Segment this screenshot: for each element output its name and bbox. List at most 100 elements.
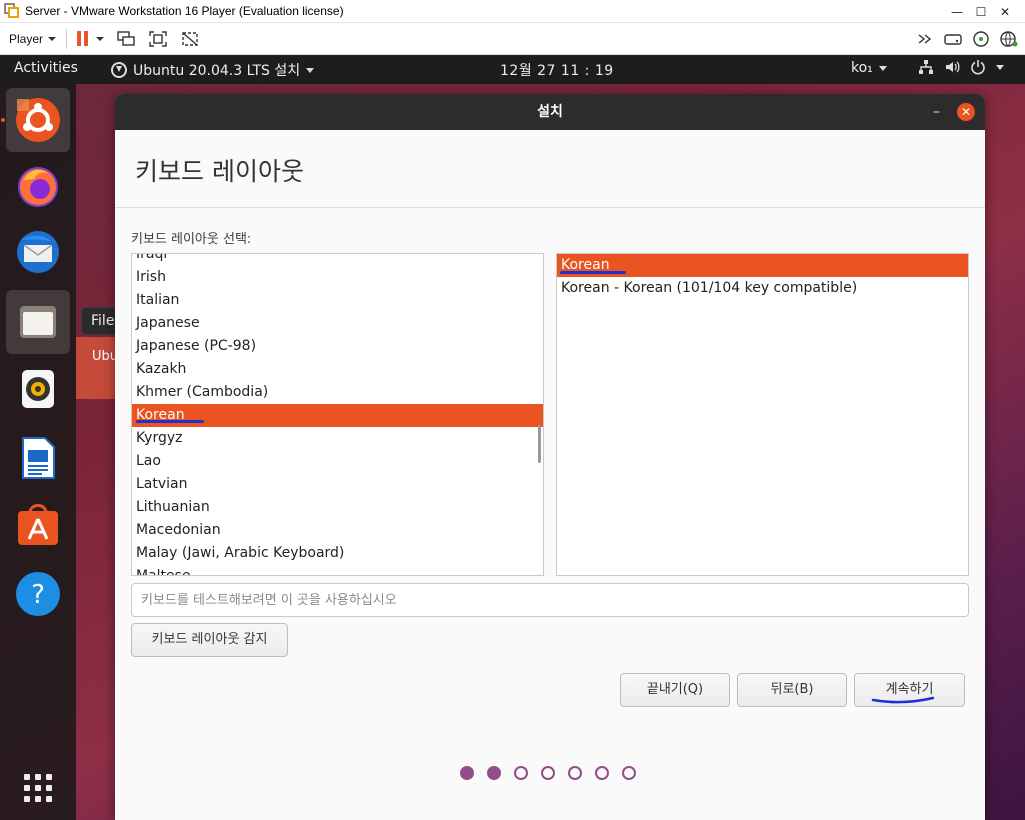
layout-row[interactable]: Japanese (PC-98): [132, 335, 543, 358]
cd-drive-icon[interactable]: [971, 30, 991, 48]
layout-row[interactable]: Japanese: [132, 312, 543, 335]
show-applications-button[interactable]: [6, 756, 70, 820]
step-dot-pending: [595, 766, 609, 780]
keyboard-variant-list[interactable]: Korean Korean - Korean (101/104 key compa…: [556, 253, 969, 576]
svg-text:?: ?: [31, 580, 45, 610]
ubuntu-software-icon: [18, 504, 58, 545]
minimize-window-button[interactable]: —: [945, 5, 969, 19]
send-ctrl-alt-del-icon[interactable]: [116, 30, 136, 48]
title-divider: [115, 207, 985, 208]
chevron-down-icon: [996, 64, 1004, 70]
app-menu[interactable]: Ubuntu 20.04.3 LTS 설치: [111, 60, 315, 80]
maximize-window-button[interactable]: ☐: [969, 5, 993, 19]
layout-row[interactable]: Macedonian: [132, 519, 543, 542]
input-method-indicator[interactable]: ko₁: [851, 60, 887, 76]
keyboard-test-input[interactable]: [131, 583, 969, 617]
layout-row-selected[interactable]: Korean: [132, 404, 543, 427]
keyboard-layout-list[interactable]: Iraqi Irish Italian Japanese Japanese (PC-98…: [131, 253, 544, 576]
layout-row[interactable]: Latvian: [132, 473, 543, 496]
layout-row-label: Italian: [136, 292, 180, 308]
input-method-label: ko₁: [851, 60, 873, 76]
system-tray[interactable]: [918, 59, 1004, 75]
step-dot-completed: [487, 766, 501, 780]
layout-row[interactable]: Lao: [132, 450, 543, 473]
variant-row[interactable]: Korean - Korean (101/104 key compatible): [557, 277, 968, 300]
dock-files[interactable]: [6, 290, 70, 354]
dock-firefox[interactable]: [6, 154, 70, 218]
annotation-underline: [560, 271, 626, 274]
step-dot-pending: [541, 766, 555, 780]
close-window-button[interactable]: ✕: [993, 5, 1017, 19]
app-grid-icon: [24, 774, 52, 802]
layout-row-label: Japanese (PC-98): [136, 338, 257, 354]
layout-row[interactable]: Italian: [132, 289, 543, 312]
pause-dropdown-chevron-icon[interactable]: [96, 36, 105, 41]
pause-icon[interactable]: [77, 31, 89, 46]
dock-ubuntu-installer[interactable]: [6, 88, 70, 152]
annotation-underline: [136, 420, 204, 423]
activities-button[interactable]: Activities: [14, 60, 78, 76]
layout-row[interactable]: Irish: [132, 266, 543, 289]
window-controls: — ☐ ✕: [945, 0, 1017, 23]
chevron-down-icon: [306, 67, 315, 73]
layout-row-label: Irish: [136, 269, 166, 285]
chevron-down-icon: [878, 65, 887, 71]
dock-help[interactable]: ?: [6, 562, 70, 626]
quit-button[interactable]: 끝내기(Q): [620, 673, 730, 707]
background-window-text: Ubu: [92, 349, 116, 364]
power-icon: [971, 60, 985, 75]
back-button[interactable]: 뒤로(B): [737, 673, 847, 707]
dock-rhythmbox[interactable]: [6, 357, 70, 421]
network-wired-icon: [919, 60, 933, 74]
installer-minimize-button[interactable]: –: [933, 94, 940, 130]
rhythmbox-speaker-icon: [22, 370, 54, 408]
vmware-titlebar: Server - VMware Workstation 16 Player (E…: [0, 0, 1025, 23]
expand-devices-icon[interactable]: [915, 30, 935, 48]
layout-list-rows: Iraqi Irish Italian Japanese Japanese (PC-98…: [132, 254, 543, 576]
layout-row-label: Kyrgyz: [136, 430, 183, 446]
vmware-toolbar: Player: [0, 23, 1025, 55]
fullscreen-icon[interactable]: [148, 30, 168, 48]
step-dot-pending: [514, 766, 528, 780]
layout-row-label: Kazakh: [136, 361, 187, 377]
layout-row-label: Japanese: [136, 315, 200, 331]
dock: ?: [0, 84, 76, 820]
clock[interactable]: 12월 27 11 : 19: [500, 60, 614, 80]
dock-thunderbird[interactable]: [6, 220, 70, 284]
installer-header: 설치 – ✕: [115, 94, 985, 130]
annotation-underline: [871, 696, 935, 704]
dock-ubuntu-software[interactable]: [6, 493, 70, 557]
layout-row-label: Maltese: [136, 568, 191, 576]
layout-select-label: 키보드 레이아웃 선택:: [131, 232, 252, 247]
vmware-window-title: Server - VMware Workstation 16 Player (E…: [25, 4, 344, 18]
toolbar-divider: [66, 28, 68, 49]
progress-step-dots: [460, 766, 636, 780]
ubuntu-top-bar: Activities Ubuntu 20.04.3 LTS 설치 12월 27 …: [0, 55, 1025, 84]
layout-row[interactable]: Maltese: [132, 565, 543, 576]
firefox-icon: [18, 167, 58, 207]
dock-libreoffice-writer[interactable]: [6, 426, 70, 490]
layout-row[interactable]: Malay (Jawi, Arabic Keyboard): [132, 542, 543, 565]
layout-row[interactable]: Iraqi: [132, 254, 543, 266]
layout-row-label: Lao: [136, 453, 161, 469]
layout-list-scrollbar[interactable]: [538, 425, 541, 463]
layout-row-label: Malay (Jawi, Arabic Keyboard): [136, 545, 345, 561]
installer-download-icon: [111, 62, 127, 78]
layout-row-label: Macedonian: [136, 522, 221, 538]
step-dot-pending: [568, 766, 582, 780]
installer-close-button[interactable]: ✕: [957, 103, 975, 121]
network-adapter-icon[interactable]: [999, 30, 1019, 48]
chevron-down-icon: [48, 36, 57, 41]
background-window-fragment: Ubu: [76, 337, 116, 399]
layout-row[interactable]: Lithuanian: [132, 496, 543, 519]
layout-row[interactable]: Khmer (Cambodia): [132, 381, 543, 404]
unity-mode-icon[interactable]: [180, 30, 200, 48]
detect-layout-button[interactable]: 키보드 레이아웃 감지: [131, 623, 288, 657]
hard-disk-icon[interactable]: [943, 30, 963, 48]
layout-row-label: Latvian: [136, 476, 188, 492]
layout-row[interactable]: Kyrgyz: [132, 427, 543, 450]
variant-list-rows: Korean Korean - Korean (101/104 key compa…: [557, 254, 968, 300]
layout-row-label: Khmer (Cambodia): [136, 384, 269, 400]
layout-row[interactable]: Kazakh: [132, 358, 543, 381]
player-menu[interactable]: Player: [9, 32, 57, 46]
